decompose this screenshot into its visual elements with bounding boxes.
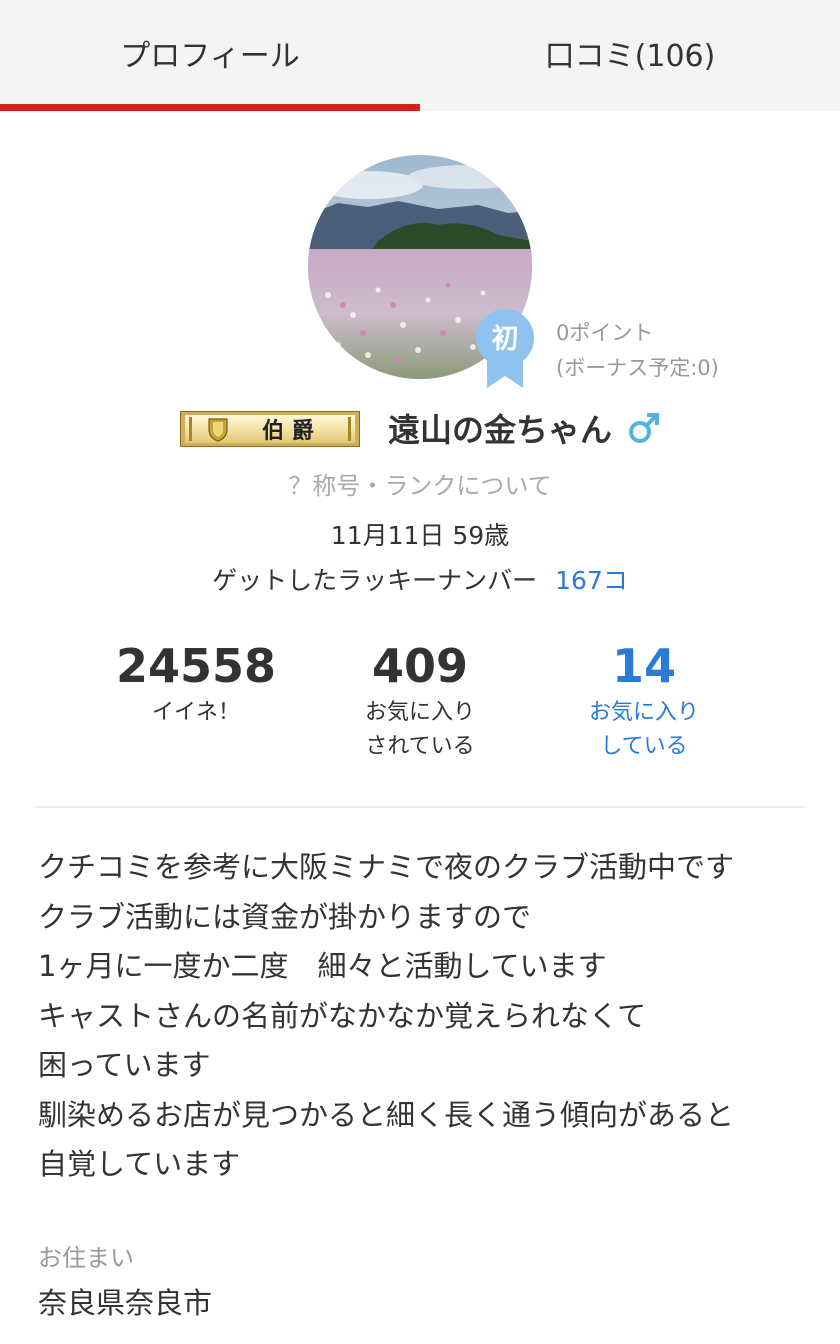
lucky-number-label: ゲットしたラッキーナンバー	[212, 566, 538, 595]
favoriting-label[interactable]: お気に入り している	[524, 696, 764, 764]
rank-title: 伯 爵	[262, 418, 314, 444]
bio-line: クラブ活動には資金が掛かりますので	[38, 899, 532, 934]
male-icon	[626, 410, 662, 446]
rank-plate: 伯 爵	[180, 411, 360, 447]
badge-text: 初	[492, 324, 519, 355]
lucky-number-row: ゲットしたラッキーナンバー 167コ	[0, 561, 840, 597]
points-value: 0ポイント	[556, 321, 654, 345]
username: 遠山の金ちゃん	[388, 411, 613, 449]
residence-label: お住まい	[38, 1244, 134, 1272]
bonus-value: (ボーナス予定:0)	[556, 356, 719, 380]
residence-value: 奈良県奈良市	[38, 1286, 213, 1320]
active-tab-indicator	[0, 104, 420, 111]
bio-text: クチコミを参考に大阪ミナミで夜のクラブ活動中です クラブ活動には資金が掛かります…	[38, 843, 818, 1190]
bio-line: 困っています	[38, 1048, 211, 1082]
stat-likes: 24558 イイネ！	[76, 638, 316, 730]
likes-count: 24558	[115, 639, 277, 693]
bio-line: 自覚しています	[38, 1147, 241, 1181]
bio-line: キャストさんの名前がなかなか覚えられなくて	[38, 998, 647, 1033]
beginner-badge-icon: 初	[475, 308, 535, 390]
tab-reviews[interactable]: 口コミ(106)	[420, 0, 840, 105]
points-info: 0ポイント (ボーナス予定:0)	[556, 316, 719, 386]
tab-profile[interactable]: プロフィール	[0, 0, 420, 105]
favorited-by-count: 409	[371, 639, 469, 693]
rank-info-link[interactable]: ？称号・ランクについて	[0, 466, 840, 501]
tab-bar: プロフィール 口コミ(106)	[0, 0, 840, 111]
bio-line: クチコミを参考に大阪ミナミで夜のクラブ活動中です	[38, 850, 735, 884]
divider	[36, 806, 804, 808]
bio-line: 馴染めるお店が見つかると細く長く通う傾向があると	[38, 1097, 735, 1132]
bio-line: 1ヶ月に一度か二度 細々と活動しています	[38, 949, 607, 983]
stat-favoriting[interactable]: 14 お気に入り している	[524, 638, 764, 764]
lucky-number-count[interactable]: 167コ	[555, 566, 628, 595]
stat-favorited-by: 409 お気に入り されている	[300, 638, 540, 764]
likes-label: イイネ！	[151, 700, 240, 725]
birthday-age: 11月11日 59歳	[330, 521, 510, 550]
favorited-by-label: お気に入り されている	[364, 700, 475, 759]
favoriting-count[interactable]: 14	[524, 638, 764, 694]
